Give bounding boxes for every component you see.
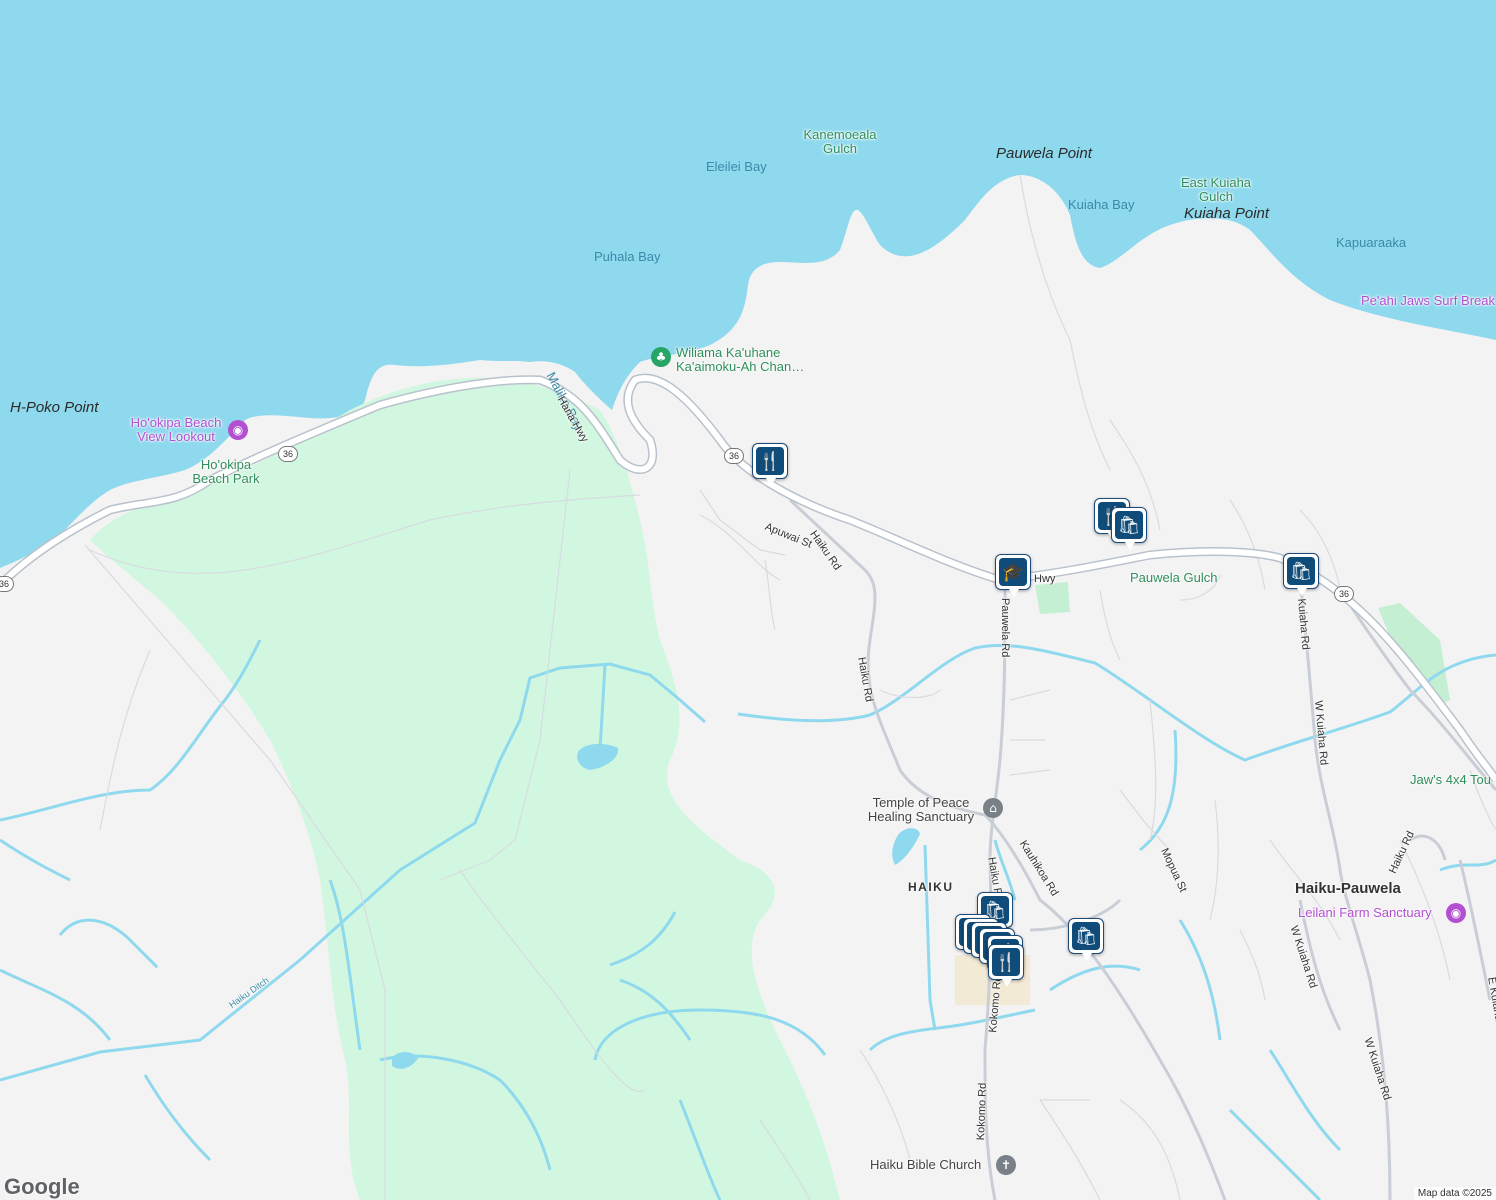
park-area: [90, 377, 840, 1200]
restaurant-pin[interactable]: 🍴: [752, 443, 788, 486]
park-area-small: [1378, 603, 1450, 705]
restaurant-icon: 🍴: [992, 948, 1020, 976]
shopping-pin[interactable]: 🛍: [1068, 918, 1104, 961]
restaurant-pin[interactable]: 🍴: [988, 944, 1024, 987]
kuiaha-point-label: Kuiaha Point: [1184, 205, 1270, 222]
haiku-town-label: HAIKU: [908, 880, 954, 894]
park-area-school: [1035, 582, 1070, 614]
kapuaraaka-label: Kapuaraaka: [1336, 235, 1407, 250]
school-pin[interactable]: 🎓: [995, 554, 1031, 597]
hookipa-beach-park-label: Ho'okipa Beach Park: [192, 457, 260, 486]
pond: [892, 828, 920, 865]
temple-icon[interactable]: ⌂: [983, 798, 1003, 818]
hwy-label: Hwy: [1034, 573, 1056, 585]
shopping-bag-icon: 🛍: [1287, 557, 1315, 585]
restaurant-icon: 🍴: [756, 447, 784, 475]
map-base-layer: [0, 0, 1496, 1200]
kanemoeala-gulch-label: Kanemoeala Gulch: [803, 127, 877, 156]
eleilei-bay-label: Eleilei Bay: [706, 159, 767, 174]
wiliama-park-label[interactable]: Wiliama Ka'uhane Ka'aimoku-Ah Chan…: [676, 346, 826, 374]
church-icon[interactable]: ✝: [996, 1155, 1016, 1175]
shopping-pin[interactable]: 🛍: [1283, 553, 1319, 596]
haiku-pauwela-label: Haiku-Pauwela: [1295, 880, 1401, 897]
kokomo-rd-label: Kokomo Rd: [974, 1082, 989, 1141]
kuiaha-bay-label: Kuiaha Bay: [1068, 197, 1135, 212]
school-icon: 🎓: [999, 558, 1027, 586]
leilani-farm-label[interactable]: Leilani Farm Sanctuary: [1298, 906, 1432, 920]
pauwela-rd-label: Pauwela Rd: [999, 598, 1011, 658]
pauwela-gulch-label: Pauwela Gulch: [1130, 570, 1218, 585]
google-logo[interactable]: Google: [4, 1174, 80, 1200]
shopping-bag-icon: 🛍: [1072, 922, 1100, 950]
camera-icon[interactable]: ◉: [228, 420, 248, 440]
camera-icon[interactable]: ◉: [1446, 903, 1466, 923]
puhala-bay-label: Puhala Bay: [594, 249, 661, 264]
h-poko-point-label: H-Poko Point: [10, 399, 99, 416]
shopping-bag-icon: 🛍: [1115, 511, 1143, 539]
route-36-shield: 36: [724, 448, 744, 464]
shopping-pin[interactable]: 🛍: [1111, 507, 1147, 550]
haiku-bible-church-label[interactable]: Haiku Bible Church: [870, 1158, 981, 1172]
route-36-shield: 36: [278, 446, 298, 462]
pauwela-point-label: Pauwela Point: [996, 145, 1092, 162]
peahi-jaws-label[interactable]: Pe'ahi Jaws Surf Break: [1361, 294, 1495, 308]
hookipa-lookout-label[interactable]: Ho'okipa Beach View Lookout: [126, 416, 226, 444]
park-icon[interactable]: ♣: [651, 347, 671, 367]
temple-of-peace-label[interactable]: Temple of Peace Healing Sanctuary: [862, 796, 980, 824]
map-canvas[interactable]: Eleilei Bay Puhala Bay Maliko Bay Kuiaha…: [0, 0, 1496, 1200]
route-36-shield: 36: [1334, 586, 1354, 602]
map-attribution[interactable]: Map data ©2025: [1413, 1187, 1496, 1200]
east-kuiaha-gulch-label: East Kuiaha Gulch: [1180, 175, 1252, 204]
jaws-4x4-tour-label[interactable]: Jaw's 4x4 Tou: [1410, 773, 1491, 787]
